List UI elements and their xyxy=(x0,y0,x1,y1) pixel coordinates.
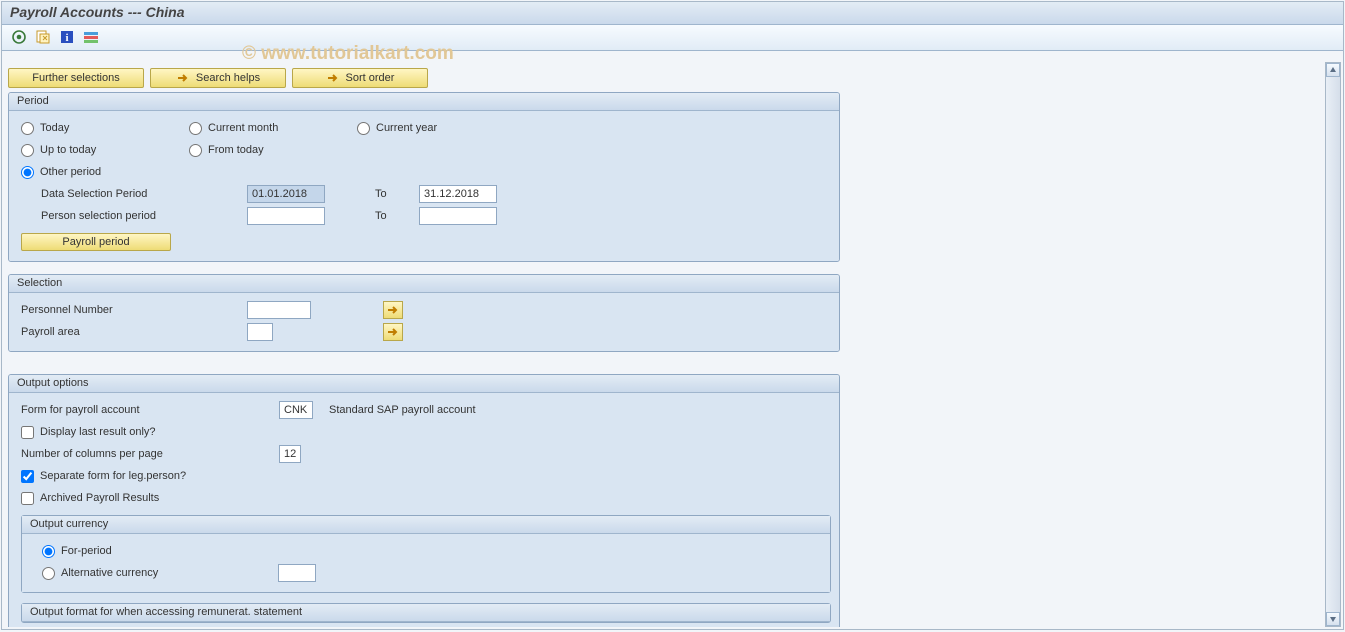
archived-label: Archived Payroll Results xyxy=(40,492,159,504)
form-scroll-area: Further selections Search helps Sort ord… xyxy=(2,62,1325,627)
svg-text:i: i xyxy=(65,32,68,44)
output-currency-title: Output currency xyxy=(22,516,830,534)
radio-other-period[interactable] xyxy=(21,166,34,179)
personnel-number-label: Personnel Number xyxy=(21,304,113,316)
output-options-title: Output options xyxy=(9,375,839,393)
data-selection-to-input[interactable] xyxy=(419,185,497,203)
display-last-checkbox[interactable] xyxy=(21,426,34,439)
to-label: To xyxy=(375,210,387,222)
output-currency-panel: Output currency For-period Alternative c… xyxy=(21,515,831,593)
output-format-panel: Output format for when accessing remuner… xyxy=(21,603,831,623)
radio-alt-currency-label: Alternative currency xyxy=(61,567,158,579)
output-format-title: Output format for when accessing remuner… xyxy=(22,604,830,622)
radio-up-to-today-label: Up to today xyxy=(40,144,96,156)
output-options-panel: Output options Form for payroll account … xyxy=(8,374,840,627)
radio-current-year[interactable] xyxy=(357,122,370,135)
sort-order-label: Sort order xyxy=(346,72,395,84)
radio-today-label: Today xyxy=(40,122,69,134)
radio-current-month-label: Current month xyxy=(208,122,278,134)
radio-current-year-label: Current year xyxy=(376,122,437,134)
info-icon[interactable]: i xyxy=(58,28,76,46)
radio-from-today-label: From today xyxy=(208,144,264,156)
selection-button-row: Further selections Search helps Sort ord… xyxy=(8,68,1319,88)
num-cols-input[interactable] xyxy=(279,445,301,463)
archived-checkbox[interactable] xyxy=(21,492,34,505)
radio-up-to-today[interactable] xyxy=(21,144,34,157)
data-selection-period-label: Data Selection Period xyxy=(41,188,147,200)
window-title: Payroll Accounts --- China xyxy=(2,2,1343,25)
layout-icon[interactable] xyxy=(82,28,100,46)
execute-icon[interactable] xyxy=(10,28,28,46)
radio-alt-currency[interactable] xyxy=(42,567,55,580)
radio-today[interactable] xyxy=(21,122,34,135)
further-selections-button[interactable]: Further selections xyxy=(8,68,144,88)
search-helps-label: Search helps xyxy=(196,72,260,84)
selection-panel: Selection Personnel Number xyxy=(8,274,840,352)
scroll-down-icon[interactable] xyxy=(1326,612,1340,626)
form-for-payroll-label: Form for payroll account xyxy=(21,404,140,416)
form-desc-label: Standard SAP payroll account xyxy=(329,404,476,416)
get-variant-icon[interactable] xyxy=(34,28,52,46)
sort-order-button[interactable]: Sort order xyxy=(292,68,428,88)
to-label: To xyxy=(375,188,387,200)
person-selection-to-input[interactable] xyxy=(419,207,497,225)
main-toolbar: i xyxy=(2,25,1343,51)
num-cols-label: Number of columns per page xyxy=(21,448,163,460)
radio-other-period-label: Other period xyxy=(40,166,101,178)
person-selection-from-input[interactable] xyxy=(247,207,325,225)
radio-for-period[interactable] xyxy=(42,545,55,558)
payroll-period-button[interactable]: Payroll period xyxy=(21,233,171,251)
period-panel: Period Today Current month Current year xyxy=(8,92,840,262)
radio-current-month[interactable] xyxy=(189,122,202,135)
radio-for-period-label: For-period xyxy=(61,545,112,557)
data-selection-from-input[interactable] xyxy=(247,185,325,203)
radio-from-today[interactable] xyxy=(189,144,202,157)
person-selection-period-label: Person selection period xyxy=(41,210,156,222)
period-panel-title: Period xyxy=(9,93,839,111)
vertical-scrollbar[interactable] xyxy=(1325,62,1341,627)
arrow-right-icon xyxy=(176,71,190,85)
payroll-area-label: Payroll area xyxy=(21,326,80,338)
scroll-up-icon[interactable] xyxy=(1326,63,1340,77)
form-code-input[interactable] xyxy=(279,401,313,419)
personnel-number-input[interactable] xyxy=(247,301,311,319)
separate-form-checkbox[interactable] xyxy=(21,470,34,483)
display-last-label: Display last result only? xyxy=(40,426,156,438)
selection-panel-title: Selection xyxy=(9,275,839,293)
arrow-right-icon xyxy=(326,71,340,85)
separate-form-label: Separate form for leg.person? xyxy=(40,470,186,482)
payroll-area-multiselect-button[interactable] xyxy=(383,323,403,341)
payroll-area-input[interactable] xyxy=(247,323,273,341)
personnel-multiselect-button[interactable] xyxy=(383,301,403,319)
search-helps-button[interactable]: Search helps xyxy=(150,68,286,88)
alt-currency-input[interactable] xyxy=(278,564,316,582)
